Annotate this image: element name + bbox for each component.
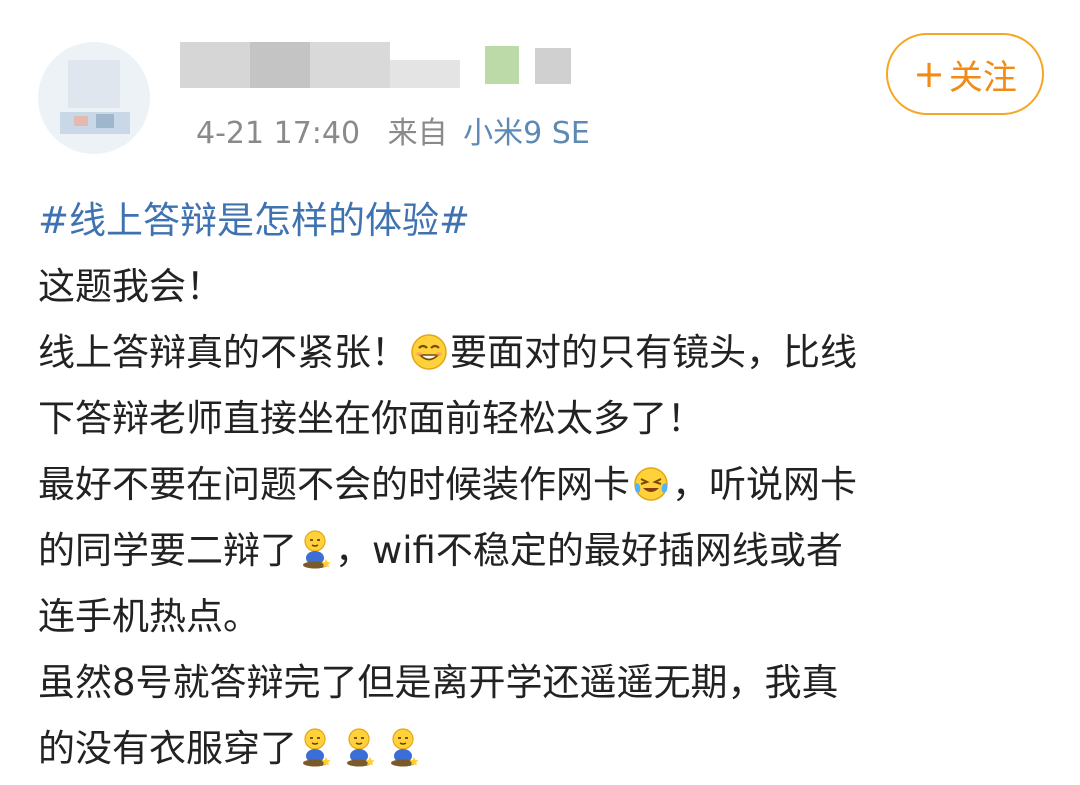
avatar[interactable] [38, 42, 150, 154]
sitting-doll-emoji-icon [343, 727, 377, 767]
source-device-link[interactable]: 小米9 SE [463, 116, 590, 151]
post-line-1: 这题我会！ [38, 265, 223, 308]
sitting-doll-emoji-icon [387, 727, 421, 767]
topic-hashtag-link[interactable]: #线上答辩是怎样的体验# [38, 199, 470, 242]
post-line-5a: 的同学要二辩了 [38, 529, 297, 572]
follow-button[interactable]: + 关注 [886, 33, 1044, 115]
post-meta: 4-21 17:40 来自 小米9 SE [196, 112, 590, 156]
sitting-doll-emoji-icon [299, 529, 333, 569]
post-timestamp: 4-21 17:40 [196, 116, 361, 151]
post-line-6: 连手机热点。 [38, 595, 260, 638]
username-blurred[interactable] [180, 42, 600, 88]
post-line-8: 的没有衣服穿了 [38, 727, 297, 770]
post-line-4b: ，听说网卡 [672, 463, 857, 506]
plus-icon: + [913, 52, 945, 96]
post-line-3: 下答辩老师直接坐在你面前轻松太多了！ [38, 397, 704, 440]
follow-label: 关注 [948, 57, 1017, 98]
post-line-5b: ，wifi不稳定的最好插网线或者 [335, 529, 843, 572]
squinting-smile-emoji-icon [410, 333, 448, 371]
post-body: #线上答辩是怎样的体验# 这题我会！ 线上答辩真的不紧张！ 要面对的只有镜头，比… [38, 188, 1038, 782]
post-line-2b: 要面对的只有镜头，比线 [450, 331, 857, 374]
from-label: 来自 [387, 116, 448, 151]
post-line-4a: 最好不要在问题不会的时候装作网卡 [38, 463, 630, 506]
post-line-2a: 线上答辩真的不紧张！ [38, 331, 408, 374]
post-line-7: 虽然8号就答辩完了但是离开学还遥遥无期，我真 [38, 661, 839, 704]
sitting-doll-emoji-icon [299, 727, 333, 767]
tears-of-joy-emoji-icon [632, 465, 670, 503]
